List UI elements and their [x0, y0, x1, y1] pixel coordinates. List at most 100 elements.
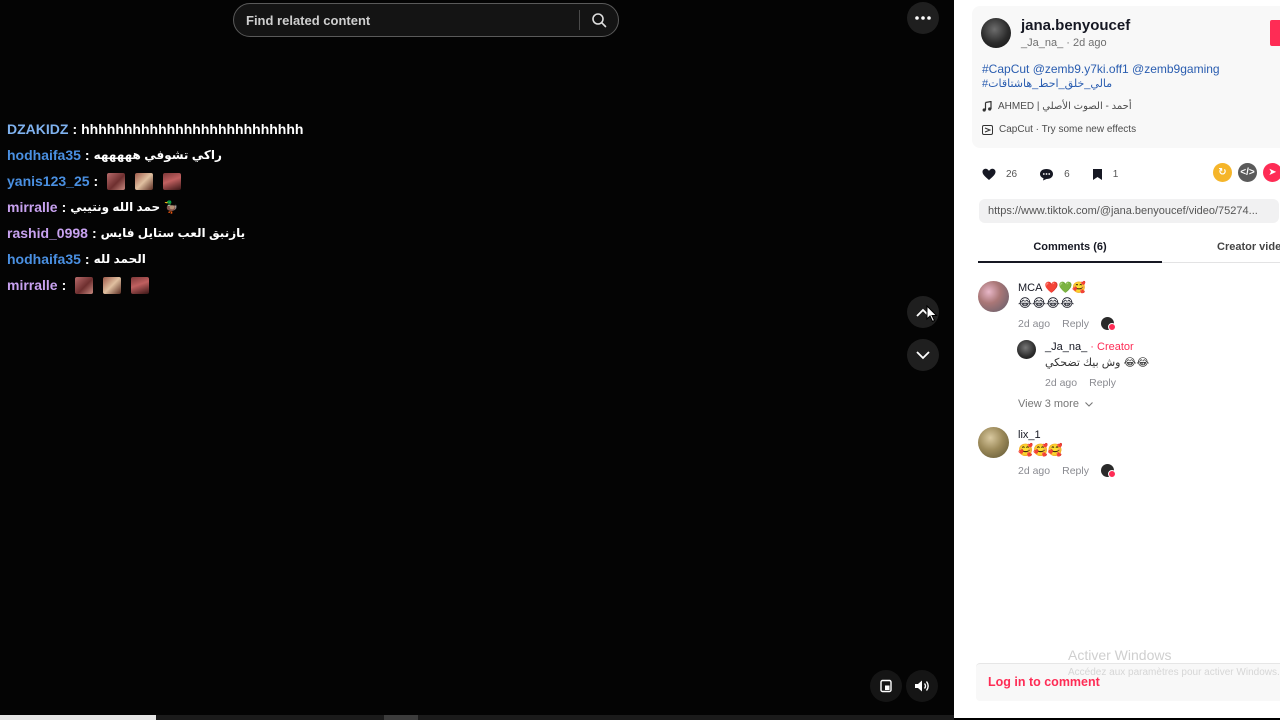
chat-username[interactable]: hodhaifa35: [7, 251, 81, 267]
chevron-down-icon: [916, 350, 930, 359]
chat-message: DZAKIDZ: hhhhhhhhhhhhhhhhhhhhhhhhhh: [7, 116, 507, 142]
replier-avatar[interactable]: [1017, 340, 1036, 359]
chat-message: hodhaifa35: راكي تشوفي هههههه: [7, 142, 507, 168]
post-info-card: jana.benyoucef _Ja_na_ · 2d ago #CapCut …: [972, 6, 1280, 148]
chat-username[interactable]: mirralle: [7, 199, 58, 215]
music-row[interactable]: AHMED | أحمد - الصوت الأصلي: [982, 101, 1132, 112]
chat-username[interactable]: DZAKIDZ: [7, 121, 68, 137]
chat-separator: :: [84, 251, 90, 267]
chat-message: mirralle:: [7, 272, 507, 298]
capcut-icon: [982, 124, 993, 135]
comment-meta: 2d ago Reply: [1018, 464, 1116, 478]
reply-time: 2d ago: [1045, 377, 1078, 389]
mouse-cursor-icon: [926, 305, 938, 323]
comment-button[interactable]: 6: [1039, 168, 1070, 181]
comment-text: 🥰🥰🥰: [1018, 443, 1063, 457]
effect-row[interactable]: CapCut · Try some new effects: [982, 124, 1136, 135]
comment-text: 😂😂😂😂: [1018, 296, 1075, 310]
chat-separator: :: [72, 121, 78, 137]
comment-icon: [1040, 168, 1054, 180]
bookmark-icon: [1092, 168, 1102, 180]
commenter-avatar[interactable]: [978, 281, 1009, 312]
music-note-icon: [982, 101, 992, 112]
creator-badge: · Creator: [1090, 341, 1134, 353]
chat-text: hhhhhhhhhhhhhhhhhhhhhhhhhh: [81, 121, 304, 137]
commenter-name[interactable]: MCA ❤️💚🥰: [1018, 281, 1086, 294]
caption-tags[interactable]: #CapCut @zemb9.y7ki.off1 @zemb9gaming: [982, 62, 1272, 77]
tab-comments[interactable]: Comments (6): [978, 236, 1162, 263]
chat-text: راكي تشوفي هههههه: [93, 148, 222, 162]
panel-tabs: Comments (6) Creator videos: [978, 236, 1280, 263]
commenter-avatar[interactable]: [978, 427, 1009, 458]
comment-time: 2d ago: [1018, 317, 1051, 330]
reply-meta: 2d ago Reply: [1045, 377, 1116, 389]
effect-label: CapCut · Try some new effects: [999, 124, 1137, 135]
comment-meta: 2d ago Reply: [1018, 317, 1116, 331]
reply-text: وش بيك تضحكي 😂😂: [1045, 357, 1150, 369]
chat-username[interactable]: hodhaifa35: [7, 147, 81, 163]
chat-separator: :: [61, 199, 67, 215]
author-avatar[interactable]: [981, 18, 1011, 48]
creator-liked-icon: [1100, 317, 1116, 331]
progress-strip[interactable]: [0, 715, 954, 720]
next-video-button[interactable]: [907, 339, 939, 371]
reply-reply-button[interactable]: Reply: [1089, 377, 1116, 389]
view-more-replies-button[interactable]: View 3 more: [1018, 398, 1093, 410]
chat-emote-icon: [75, 276, 94, 294]
volume-button[interactable]: [906, 670, 938, 702]
creator-liked-icon: [1100, 464, 1116, 478]
search-icon: [592, 13, 607, 28]
more-options-button[interactable]: [907, 2, 939, 34]
save-button[interactable]: 1: [1092, 168, 1118, 181]
view-more-label: View 3 more: [1018, 398, 1079, 410]
chat-text: الحمد لله: [93, 252, 146, 266]
progress-played: [0, 715, 156, 720]
post-caption: #CapCut @zemb9.y7ki.off1 @zemb9gaming #م…: [982, 62, 1272, 92]
chat-emote-icon: [163, 172, 182, 190]
chat-message: rashid_0998: يازنبق العب ستايل فايس: [7, 220, 507, 246]
replier-username: _Ja_na_: [1045, 341, 1088, 353]
like-count: 26: [1006, 168, 1018, 180]
picture-in-picture-icon: [880, 679, 892, 693]
author-nickname-date: _Ja_na_ · 2d ago: [1021, 37, 1107, 49]
chat-username[interactable]: rashid_0998: [7, 225, 88, 241]
chat-emote-icon: [103, 276, 122, 294]
video-area[interactable]: DZAKIDZ:hhhhhhhhhhhhhhhhhhhhhhhhhhhodhai…: [0, 0, 954, 720]
windows-activation-subtext: Accédez aux paramètres pour activer Wind…: [1068, 667, 1280, 678]
reply-button[interactable]: Reply: [1062, 318, 1089, 330]
send-share-icon[interactable]: ➤: [1263, 163, 1280, 182]
caption-hashtag-arabic[interactable]: #مالي_خلق_احط_هاشتاقات: [982, 77, 1272, 92]
comment-time: 2d ago: [1018, 464, 1051, 477]
chat-separator: :: [93, 173, 99, 189]
chat-text: يازنبق العب ستايل فايس: [100, 226, 246, 240]
chat-username[interactable]: mirralle: [7, 277, 58, 293]
repost-share-icon[interactable]: ↻: [1213, 163, 1232, 182]
chat-username[interactable]: yanis123_25: [7, 173, 90, 189]
embed-share-icon[interactable]: </>: [1238, 163, 1257, 182]
chat-text: حمد الله ونتيبي 🦆: [70, 200, 179, 214]
chat-emote-icon: [107, 172, 126, 190]
search-bar: [233, 3, 619, 37]
action-bar: 26 6 1 ↻ </> ➤: [982, 163, 1280, 185]
video-link[interactable]: https://www.tiktok.com/@jana.benyoucef/v…: [979, 199, 1279, 223]
search-divider: [579, 10, 580, 30]
chat-emote-icon: [135, 172, 154, 190]
chat-message: mirralle: حمد الله ونتيبي 🦆: [7, 194, 507, 220]
search-button[interactable]: [586, 8, 612, 32]
follow-button[interactable]: [1270, 20, 1280, 46]
share-options: ↻ </> ➤: [1213, 163, 1280, 182]
commenter-name[interactable]: lix_1: [1018, 429, 1041, 441]
like-button[interactable]: 26: [982, 168, 1017, 181]
tab-creator-videos[interactable]: Creator videos: [1217, 236, 1280, 253]
chat-emote-icon: [131, 276, 150, 294]
progress-marker: [384, 715, 418, 720]
author-name[interactable]: jana.benyoucef: [1021, 17, 1130, 34]
replier-name[interactable]: _Ja_na_ · Creator: [1045, 341, 1134, 353]
reply-button[interactable]: Reply: [1062, 465, 1089, 477]
heart-icon: [982, 168, 996, 180]
picture-in-picture-button[interactable]: [870, 670, 902, 702]
chat-separator: :: [84, 147, 90, 163]
search-input[interactable]: [246, 4, 576, 36]
chat-message: yanis123_25:: [7, 168, 507, 194]
comment-count: 6: [1064, 168, 1070, 180]
